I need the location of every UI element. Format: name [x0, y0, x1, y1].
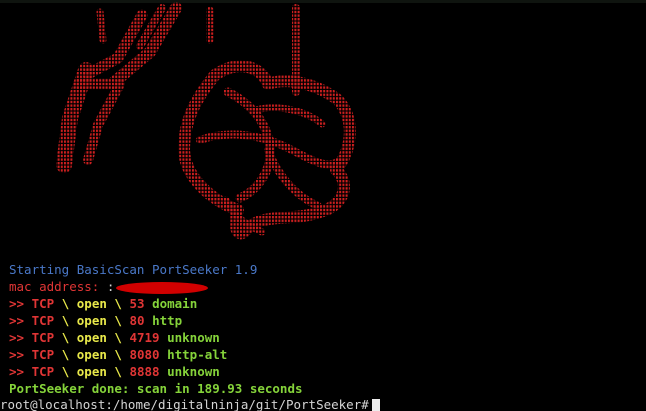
protocol: TCP	[31, 296, 55, 311]
port-number: 8888	[129, 364, 160, 379]
protocol: TCP	[31, 347, 55, 362]
separator: \	[61, 347, 70, 362]
terminal-window[interactable]: Starting BasicScan PortSeeker 1.9 mac ad…	[0, 0, 646, 411]
mac-address-value: :	[106, 279, 115, 294]
separator: \	[61, 313, 70, 328]
row-prefix: >>	[9, 364, 25, 379]
port-state: open	[76, 313, 107, 328]
port-state: open	[76, 330, 107, 345]
service-name: http	[152, 313, 183, 328]
separator: \	[114, 347, 122, 362]
port-number: 8080	[129, 347, 160, 362]
service-name: unknown	[167, 330, 220, 345]
ascii-art-logo-icon	[56, 2, 356, 240]
port-row: >> TCP \ open \ 80 http	[9, 312, 182, 329]
separator: \	[114, 364, 122, 379]
service-name: unknown	[167, 364, 220, 379]
service-name: http-alt	[167, 347, 228, 362]
port-row: >> TCP \ open \ 53 domain	[9, 295, 197, 312]
row-prefix: >>	[9, 347, 25, 362]
service-name: domain	[152, 296, 198, 311]
port-number: 80	[129, 313, 145, 328]
port-state: open	[76, 347, 107, 362]
separator: \	[61, 330, 70, 345]
mac-address-line: mac address: :	[9, 278, 209, 295]
scan-banner: Starting BasicScan PortSeeker 1.9	[9, 262, 258, 277]
port-state: open	[76, 364, 107, 379]
mac-address-label: mac address:	[9, 279, 100, 294]
protocol: TCP	[31, 364, 55, 379]
port-number: 4719	[129, 330, 160, 345]
redaction-mark-icon	[116, 281, 209, 294]
separator: \	[61, 364, 70, 379]
scan-done-message: PortSeeker done: scan in 189.93 seconds	[9, 381, 303, 396]
port-state: open	[76, 296, 107, 311]
port-row: >> TCP \ open \ 8080 http-alt	[9, 346, 227, 363]
row-prefix: >>	[9, 296, 25, 311]
protocol: TCP	[31, 313, 55, 328]
separator: \	[114, 313, 122, 328]
port-number: 53	[129, 296, 145, 311]
separator: \	[114, 296, 122, 311]
row-prefix: >>	[9, 330, 25, 345]
port-row: >> TCP \ open \ 8888 unknown	[9, 363, 220, 380]
prompt-text: root@localhost:/home/digitalninja/git/Po…	[0, 397, 369, 411]
separator: \	[114, 330, 122, 345]
text-cursor[interactable]	[371, 398, 380, 411]
port-row: >> TCP \ open \ 4719 unknown	[9, 329, 220, 346]
command-prompt[interactable]: root@localhost:/home/digitalninja/git/Po…	[0, 396, 380, 411]
row-prefix: >>	[9, 313, 25, 328]
protocol: TCP	[31, 330, 55, 345]
separator: \	[61, 296, 70, 311]
